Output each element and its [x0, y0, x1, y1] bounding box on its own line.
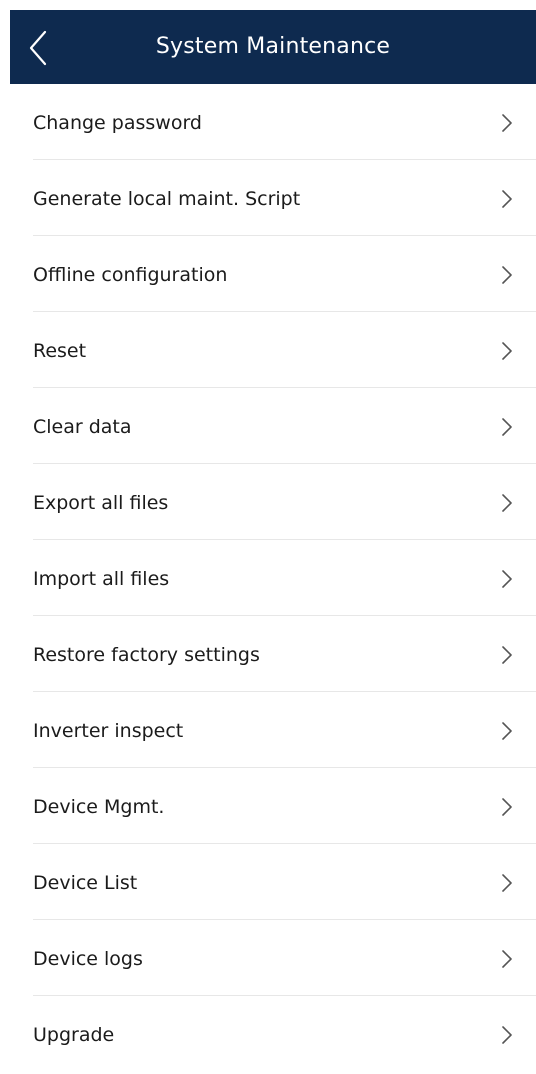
menu-item-label: Upgrade — [33, 1024, 115, 1046]
menu-item-generate-local-maint-script[interactable]: Generate local maint. Script — [0, 160, 536, 236]
menu-item-upgrade[interactable]: Upgrade — [0, 996, 536, 1072]
menu-item-label: Change password — [33, 112, 202, 134]
menu-item-label: Import all files — [33, 568, 170, 590]
maintenance-menu: Change password Generate local maint. Sc… — [0, 84, 536, 1072]
chevron-right-icon — [502, 1026, 512, 1044]
menu-item-inverter-inspect[interactable]: Inverter inspect — [0, 692, 536, 768]
menu-item-import-all-files[interactable]: Import all files — [0, 540, 536, 616]
menu-item-restore-factory-settings[interactable]: Restore factory settings — [0, 616, 536, 692]
menu-item-label: Generate local maint. Script — [33, 188, 301, 210]
chevron-right-icon — [502, 798, 512, 816]
app-header: System Maintenance — [10, 10, 536, 84]
menu-item-device-mgmt[interactable]: Device Mgmt. — [0, 768, 536, 844]
chevron-right-icon — [502, 494, 512, 512]
chevron-right-icon — [502, 342, 512, 360]
chevron-right-icon — [502, 114, 512, 132]
chevron-right-icon — [502, 418, 512, 436]
menu-item-label: Device List — [33, 872, 138, 894]
chevron-right-icon — [502, 722, 512, 740]
menu-item-label: Clear data — [33, 416, 132, 438]
menu-item-label: Offline configuration — [33, 264, 228, 286]
menu-item-export-all-files[interactable]: Export all files — [0, 464, 536, 540]
menu-item-label: Restore factory settings — [33, 644, 260, 666]
menu-item-label: Reset — [33, 340, 87, 362]
menu-item-device-list[interactable]: Device List — [0, 844, 536, 920]
page-title: System Maintenance — [155, 34, 391, 59]
menu-item-change-password[interactable]: Change password — [0, 84, 536, 160]
menu-item-offline-configuration[interactable]: Offline configuration — [0, 236, 536, 312]
chevron-right-icon — [502, 266, 512, 284]
chevron-right-icon — [502, 874, 512, 892]
chevron-right-icon — [502, 570, 512, 588]
menu-item-reset[interactable]: Reset — [0, 312, 536, 388]
menu-item-label: Device Mgmt. — [33, 796, 165, 818]
chevron-right-icon — [502, 646, 512, 664]
menu-item-label: Device logs — [33, 948, 143, 970]
menu-item-label: Inverter inspect — [33, 720, 184, 742]
menu-item-device-logs[interactable]: Device logs — [0, 920, 536, 996]
menu-item-label: Export all files — [33, 492, 169, 514]
chevron-right-icon — [502, 950, 512, 968]
menu-item-clear-data[interactable]: Clear data — [0, 388, 536, 464]
chevron-right-icon — [502, 190, 512, 208]
